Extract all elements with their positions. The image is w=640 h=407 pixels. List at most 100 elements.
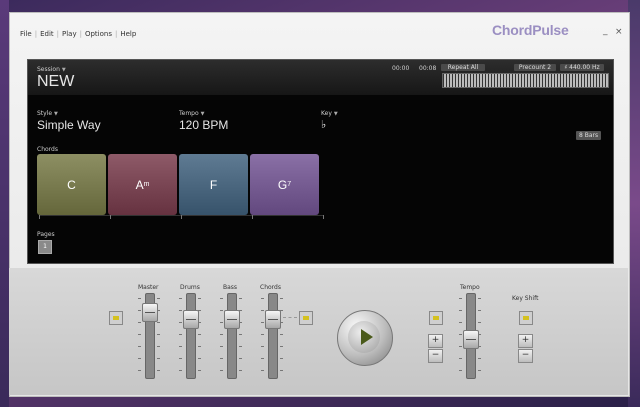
menu-help[interactable]: Help [117,30,139,38]
style-value[interactable]: Simple Way [37,118,101,132]
piano-key [494,74,495,87]
repeat-mode-button[interactable]: Repeat All [441,64,485,71]
fader-tick [459,310,462,311]
piano-key [545,74,546,87]
chords-toggle[interactable] [299,311,313,325]
piano-key [482,74,483,87]
chords-label: Chords [37,146,58,153]
bars-badge: 8 Bars [576,131,602,140]
fader-tick [261,334,264,335]
ruler-tick [39,215,40,219]
bass-track[interactable] [227,293,237,379]
chords-fader[interactable] [265,310,281,329]
fader-tick [179,346,182,347]
tempo-minus-button[interactable]: − [428,349,443,363]
precount-button[interactable]: Precount 2 [514,64,556,71]
drums-fader[interactable] [183,310,199,329]
piano-key [458,74,459,87]
piano-key [503,74,504,87]
timeline-ruler [39,215,324,219]
menu-file[interactable]: File [17,30,35,38]
fader-tick [138,334,141,335]
piano-key [464,74,465,87]
piano-key [533,74,534,87]
piano-key [587,74,588,87]
piano-key [566,74,567,87]
piano-key [446,74,447,87]
chord-superscript: 7 [287,181,292,188]
chord-block-g7[interactable]: G7 [250,154,319,215]
fader-tick [157,370,160,371]
page-1-button[interactable]: 1 [38,240,52,254]
piano-key [527,74,528,87]
fader-tick [459,358,462,359]
fader-tick [239,346,242,347]
session-label[interactable]: Session ▼ [37,66,66,73]
chord-block-f[interactable]: F [179,154,248,215]
minimize-button[interactable]: _ [603,26,608,36]
piano-key [518,74,519,87]
tempo-value[interactable]: 120 BPM [179,118,228,132]
style-label[interactable]: Style ▼ [37,110,58,117]
drums-track[interactable] [186,293,196,379]
piano-key [542,74,543,87]
menu-play[interactable]: Play [59,30,80,38]
tempo-plus-button[interactable]: + [428,334,443,348]
close-button[interactable]: × [615,27,623,37]
piano-key [575,74,576,87]
fader-tick [239,310,242,311]
play-icon [361,329,373,345]
fader-tick [138,298,141,299]
master-fader[interactable] [142,303,158,322]
fader-tick [138,370,141,371]
fader-tick [261,298,264,299]
piano-key [539,74,540,87]
chord-block-c[interactable]: C [37,154,106,215]
fader-tick [138,310,141,311]
fader-tick [459,298,462,299]
fader-tick [157,346,160,347]
piano-keyboard [442,73,609,88]
fader-tick [179,322,182,323]
fader-tick [198,322,201,323]
piano-key [554,74,555,87]
master-toggle[interactable] [109,311,123,325]
tempo-slider-label: Tempo [460,284,480,291]
fader-tick [459,322,462,323]
fader-tick [157,334,160,335]
tempo-fader[interactable] [463,330,479,349]
fader-tick [198,346,201,347]
chord-block-am[interactable]: Am [108,154,177,215]
tempo-label[interactable]: Tempo ▼ [179,110,204,117]
fader-tick [280,322,283,323]
piano-key [512,74,513,87]
fader-tick [280,370,283,371]
session-name[interactable]: NEW [37,73,74,91]
chords-mix-label: Chords [260,284,281,291]
tuning-button[interactable]: ♯ 440.00 Hz [560,64,604,71]
fader-tick [220,298,223,299]
play-button[interactable] [337,310,393,366]
piano-key [578,74,579,87]
piano-key [497,74,498,87]
menu-edit[interactable]: Edit [37,30,57,38]
key-shift-plus-button[interactable]: + [518,334,533,348]
piano-key [479,74,480,87]
key-value[interactable]: ♭ [321,118,326,131]
bass-fader[interactable] [224,310,240,329]
piano-key [605,74,606,87]
key-shift-toggle[interactable] [519,311,533,325]
fader-tick [198,358,201,359]
key-shift-minus-button[interactable]: − [518,349,533,363]
ruler-tick [323,215,324,219]
piano-key [449,74,450,87]
fader-tick [220,358,223,359]
pages-label: Pages [37,231,55,238]
key-label[interactable]: Key ▼ [321,110,338,117]
fader-tick [179,358,182,359]
tempo-toggle[interactable] [429,311,443,325]
chords-track[interactable] [268,293,278,379]
fader-tick [179,310,182,311]
menu-options[interactable]: Options [82,30,115,38]
fader-tick [220,334,223,335]
